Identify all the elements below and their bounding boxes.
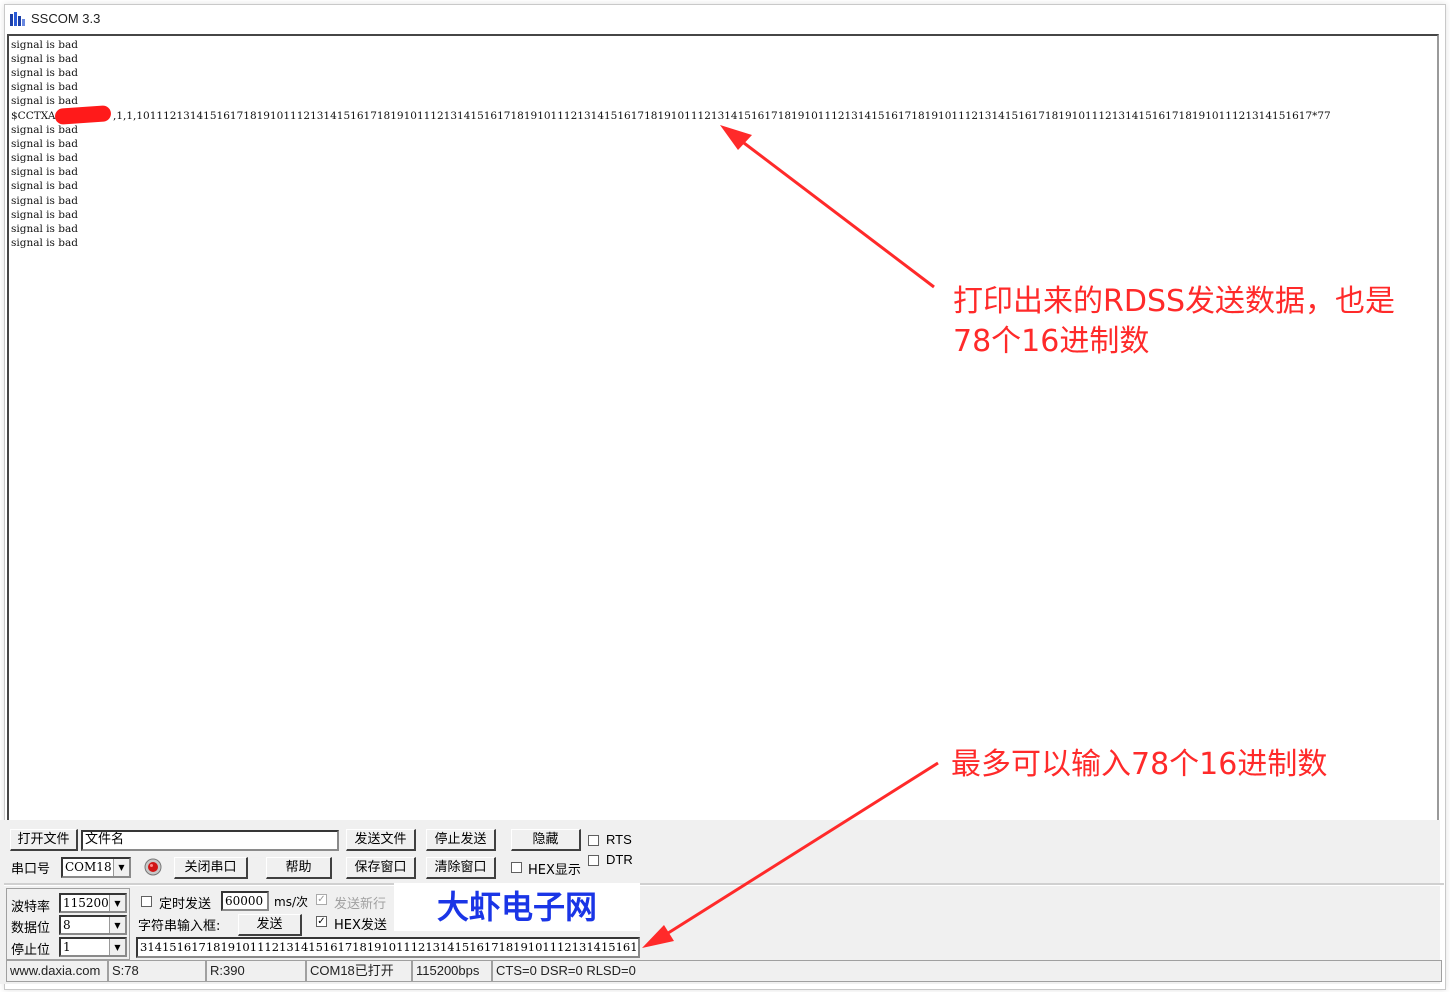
status-baud: 115200bps <box>412 960 492 982</box>
data-bits-value: 8 <box>63 918 71 932</box>
baud-value: 115200 <box>63 896 109 910</box>
output-line-txa-prefix: $CCTXA <box>11 110 56 122</box>
close-port-button[interactable]: 关闭串口 <box>174 857 248 879</box>
output-line: signal is bad <box>11 81 78 93</box>
dtr-label: DTR <box>606 852 633 867</box>
data-bits-label: 数据位 <box>11 921 51 936</box>
send-newline-label: 发送新行 <box>334 897 387 912</box>
rts-label: RTS <box>606 832 632 847</box>
hex-display-label: HEX显示 <box>528 863 581 878</box>
send-newline-checkbox[interactable]: ✓ <box>316 894 327 905</box>
stop-bits-label: 停止位 <box>11 943 51 958</box>
output-line: signal is bad <box>11 39 78 51</box>
baud-select[interactable]: 115200 ▼ <box>59 893 127 913</box>
clear-window-button[interactable]: 清除窗口 <box>426 857 496 879</box>
receive-output-area[interactable]: signal is bad signal is bad signal is ba… <box>7 34 1439 824</box>
output-line: signal is bad <box>11 138 78 150</box>
rts-checkbox[interactable] <box>588 835 599 846</box>
status-port-state: COM18已打开 <box>306 960 412 982</box>
interval-input[interactable]: 60000 <box>221 891 269 911</box>
hex-display-checkbox[interactable] <box>511 862 522 873</box>
string-input-label: 字符串输入框: <box>138 919 221 934</box>
hide-button[interactable]: 隐藏 <box>511 829 581 851</box>
output-line: signal is bad <box>11 95 78 107</box>
file-name-field[interactable]: 文件名 <box>81 830 339 851</box>
output-line-txa-data: ,1,1,10111213141516171819101112131415161… <box>113 110 1331 122</box>
output-line: signal is bad <box>11 67 78 79</box>
window-title: SSCOM 3.3 <box>31 11 101 26</box>
annotation-bottom: 最多可以输入78个16进制数 <box>951 747 1328 782</box>
status-website: www.daxia.com <box>6 960 108 982</box>
title-bar: SSCOM 3.3 <box>5 5 1445 33</box>
port-label: 串口号 <box>11 862 51 877</box>
output-line: signal is bad <box>11 180 78 192</box>
output-line: signal is bad <box>11 237 78 249</box>
send-file-button[interactable]: 发送文件 <box>346 829 416 851</box>
interval-unit-label: ms/次 <box>274 895 308 909</box>
timed-send-label: 定时发送 <box>159 897 212 912</box>
stop-bits-value: 1 <box>63 940 71 954</box>
annotation-top-line2: 78个16进制数 <box>953 324 1150 359</box>
chevron-down-icon[interactable]: ▼ <box>109 917 125 933</box>
output-line: signal is bad <box>11 53 78 65</box>
chevron-down-icon[interactable]: ▼ <box>109 895 125 911</box>
chevron-down-icon[interactable]: ▼ <box>109 939 125 955</box>
timed-send-checkbox[interactable] <box>141 896 152 907</box>
hex-send-checkbox[interactable]: ✓ <box>316 916 327 927</box>
output-line: signal is bad <box>11 166 78 178</box>
open-file-button[interactable]: 打开文件 <box>10 829 78 851</box>
sscom-app-icon <box>10 12 25 26</box>
status-sent-count: S:78 <box>108 960 206 982</box>
baud-label: 波特率 <box>11 900 51 915</box>
output-line: signal is bad <box>11 209 78 221</box>
port-status-led-icon <box>144 858 162 876</box>
stop-send-button[interactable]: 停止发送 <box>426 829 496 851</box>
output-line: signal is bad <box>11 223 78 235</box>
dtr-checkbox[interactable] <box>588 855 599 866</box>
redaction-mark <box>54 105 112 125</box>
divider <box>4 883 1444 886</box>
output-line: signal is bad <box>11 152 78 164</box>
port-value: COM18 <box>65 860 112 874</box>
daxia-brand-banner[interactable]: 大虾电子网 <box>394 883 640 931</box>
string-send-input[interactable]: 3141516171819101112131415161718191011121… <box>136 937 640 958</box>
port-select[interactable]: COM18 ▼ <box>61 857 131 878</box>
help-button[interactable]: 帮助 <box>266 857 332 879</box>
send-button[interactable]: 发送 <box>238 914 302 936</box>
status-received-count: R:390 <box>206 960 306 982</box>
annotation-top-line1: 打印出来的RDSS发送数据，也是 <box>953 284 1396 319</box>
status-modem-lines: CTS=0 DSR=0 RLSD=0 <box>492 960 1442 982</box>
data-bits-select[interactable]: 8 ▼ <box>59 915 127 935</box>
output-line: signal is bad <box>11 195 78 207</box>
hex-send-label: HEX发送 <box>334 918 387 933</box>
stop-bits-select[interactable]: 1 ▼ <box>59 937 127 957</box>
output-line: signal is bad <box>11 124 78 136</box>
save-window-button[interactable]: 保存窗口 <box>346 857 416 879</box>
chevron-down-icon[interactable]: ▼ <box>113 859 129 876</box>
